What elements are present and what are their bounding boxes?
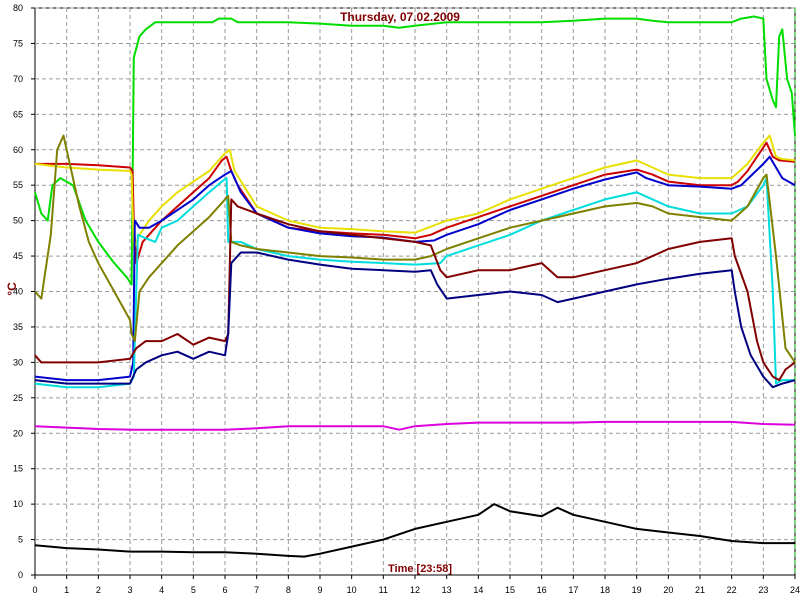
x-tick-label: 19 (632, 585, 642, 595)
y-tick-label: 25 (13, 393, 23, 403)
y-tick-label: 20 (13, 428, 23, 438)
y-axis-label: °C (5, 282, 19, 296)
x-tick-label: 21 (695, 585, 705, 595)
x-tick-label: 0 (32, 585, 37, 595)
x-tick-label: 9 (317, 585, 322, 595)
x-tick-label: 17 (568, 585, 578, 595)
y-tick-label: 50 (13, 216, 23, 226)
x-tick-label: 12 (410, 585, 420, 595)
x-axis-label: Time [23:58] (388, 563, 452, 575)
y-tick-label: 5 (18, 535, 23, 545)
x-tick-label: 3 (127, 585, 132, 595)
y-tick-label: 35 (13, 322, 23, 332)
x-tick-label: 5 (191, 585, 196, 595)
y-tick-label: 30 (13, 357, 23, 367)
chart-title: Thursday, 07.02.2009 (340, 10, 460, 24)
y-tick-label: 75 (13, 38, 23, 48)
x-tick-label: 14 (473, 585, 483, 595)
x-tick-label: 8 (286, 585, 291, 595)
x-tick-label: 10 (347, 585, 357, 595)
x-tick-label: 22 (727, 585, 737, 595)
y-tick-label: 65 (13, 109, 23, 119)
chart-plot: 0 1 2 3 4 5 6 7 8 9 10 11 12 13 14 15 16 17 18 19 20 21 22 23 24… (13, 3, 800, 595)
y-tick-label: 0 (18, 570, 23, 580)
y-tick-label: 45 (13, 251, 23, 261)
x-tick-label: 20 (663, 585, 673, 595)
x-tick-label: 2 (96, 585, 101, 595)
x-tick-label: 15 (505, 585, 515, 595)
x-tick-label: 11 (379, 585, 388, 595)
x-tick-label: 18 (600, 585, 610, 595)
x-tick-label: 16 (537, 585, 547, 595)
chart: 0 1 2 3 4 5 6 7 8 9 10 11 12 13 14 15 16 17 18 19 20 21 22 23 24… (0, 0, 800, 600)
y-tick-label: 10 (13, 499, 23, 509)
x-tick-label: 23 (758, 585, 768, 595)
x-tick-label: 4 (159, 585, 164, 595)
y-tick-label: 55 (13, 180, 23, 190)
x-tick-label: 24 (790, 585, 800, 595)
x-tick-label: 6 (222, 585, 227, 595)
y-tick-label: 60 (13, 145, 23, 155)
x-tick-label: 7 (254, 585, 259, 595)
x-tick-label: 1 (64, 585, 69, 595)
x-tick-label: 13 (442, 585, 452, 595)
y-tick-label: 15 (13, 464, 23, 474)
y-tick-label: 70 (13, 74, 23, 84)
